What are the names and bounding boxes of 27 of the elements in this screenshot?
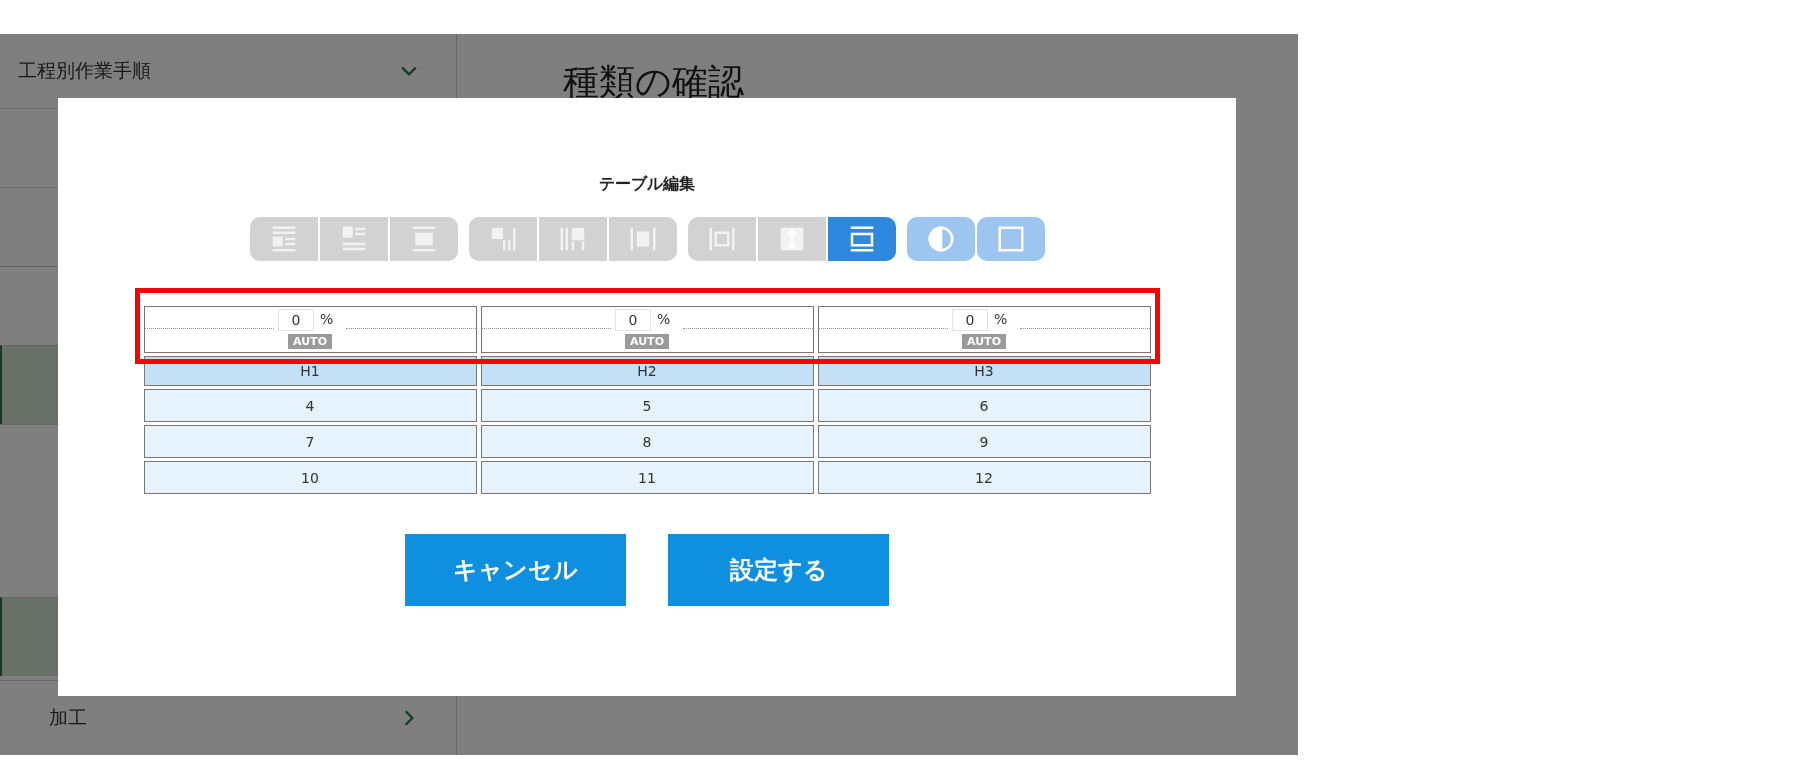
toolbar-button[interactable]	[827, 217, 896, 261]
table-cell: 6	[817, 389, 1151, 422]
table-cell: 4	[143, 389, 477, 422]
width-input[interactable]: 0	[278, 309, 314, 331]
table-cell: 8	[480, 425, 814, 458]
sidebar-item[interactable]: 工程別作業手順	[18, 58, 151, 84]
table-cell: 5	[480, 389, 814, 422]
confirm-button[interactable]: 設定する	[668, 534, 889, 606]
auto-button[interactable]: AUTO	[625, 334, 669, 349]
table-cell: 7	[143, 425, 477, 458]
unit-label: %	[319, 311, 335, 327]
toolbar-button[interactable]	[906, 217, 975, 261]
auto-button[interactable]: AUTO	[288, 334, 332, 349]
page-title: 種類の確認	[563, 60, 745, 104]
table-cell: 12	[817, 461, 1151, 494]
width-input[interactable]: 0	[952, 309, 988, 331]
cancel-button[interactable]: キャンセル	[405, 534, 626, 606]
unit-label: %	[993, 311, 1009, 327]
table-cell: 10	[143, 461, 477, 494]
toolbar-button[interactable]	[976, 217, 1045, 261]
dialog-title: テーブル編集	[599, 174, 695, 195]
table-cell: 9	[817, 425, 1151, 458]
unit-label: %	[656, 311, 672, 327]
width-input[interactable]: 0	[615, 309, 651, 331]
table-cell: 11	[480, 461, 814, 494]
sidebar-item[interactable]: 加工	[49, 705, 87, 731]
auto-button[interactable]: AUTO	[962, 334, 1006, 349]
